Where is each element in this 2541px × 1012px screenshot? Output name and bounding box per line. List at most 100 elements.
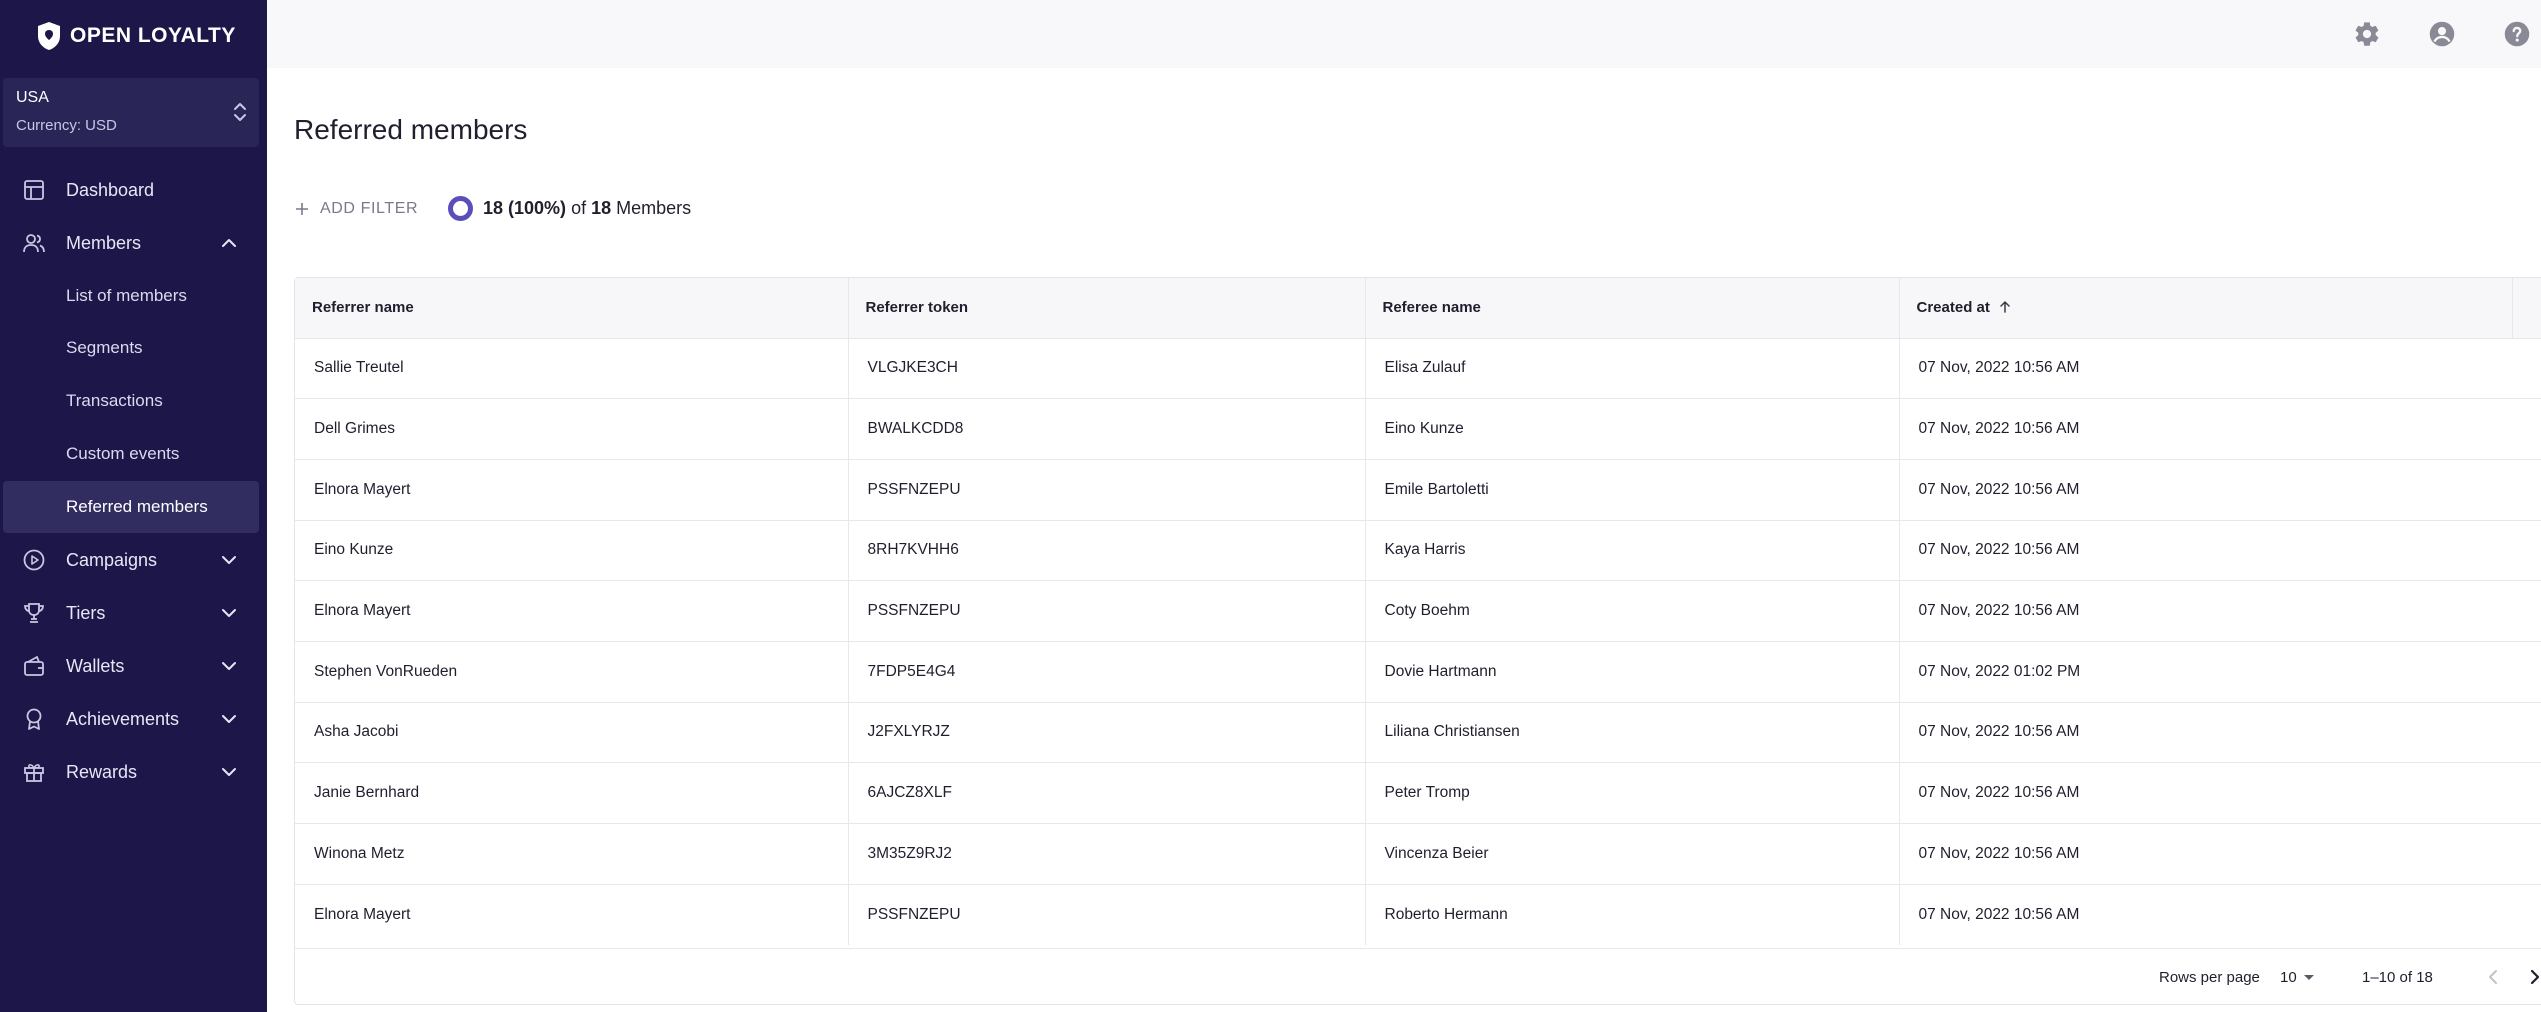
column-divider (2512, 278, 2513, 338)
table-row[interactable]: Eino Kunze 8RH7KVHH6 Kaya Harris 07 Nov,… (295, 520, 2541, 581)
badge-icon (26, 708, 42, 730)
cell-referrer-token: 7FDP5E4G4 (848, 641, 1366, 703)
cell-created-at: 07 Nov, 2022 10:56 AM (1918, 844, 2080, 862)
sidebar-item-label: Achievements (66, 708, 180, 729)
cell-referee-name: Eino Kunze (1365, 398, 1900, 460)
shield-logo-icon (38, 22, 60, 50)
sidebar-item-wallets[interactable]: Wallets (3, 640, 259, 692)
sidebar-item-label: Tiers (66, 602, 106, 623)
table-row[interactable]: Janie Bernhard 6AJCZ8XLF Peter Tromp 07 … (295, 762, 2541, 824)
cell-created-at: 07 Nov, 2022 10:56 AM (1918, 420, 2080, 438)
column-header-label: Created at (1916, 299, 1990, 317)
column-header-referee-name[interactable]: Referee name (1365, 278, 1900, 338)
sidebar-item-dashboard[interactable]: Dashboard (3, 164, 259, 216)
chevron-down-icon (222, 715, 236, 723)
sidebar-item-achievements[interactable]: Achievements (3, 693, 259, 745)
next-page-icon[interactable] (2523, 966, 2541, 988)
help-icon[interactable] (2503, 20, 2531, 48)
cell-referrer-token: PSSFNZEPU (848, 884, 1366, 945)
cell-referee-name: Elisa Zulauf (1365, 338, 1900, 399)
sidebar: OPEN LOYALTY USA Currency: USD Dashboard… (0, 0, 267, 1012)
sidebar-subitem-list-of-members[interactable]: List of members (3, 270, 259, 322)
member-count-unit: Members (616, 198, 692, 218)
sidebar-subitem-label: List of members (66, 286, 187, 305)
member-count-of: of (571, 198, 587, 218)
table-row[interactable]: Asha Jacobi J2FXLYRJZ Liliana Christians… (295, 702, 2541, 763)
cell-referrer-token: BWALKCDD8 (848, 398, 1366, 460)
plus-icon (296, 203, 308, 215)
sidebar-item-members[interactable]: Members (3, 217, 259, 269)
add-filter-button[interactable]: ADD FILTER (294, 200, 418, 218)
sidebar-subitem-label: Segments (66, 338, 143, 357)
cell-referrer-name: Janie Bernhard (295, 762, 849, 824)
cell-referrer-token: 3M35Z9RJ2 (848, 823, 1366, 885)
unfold-icon (234, 103, 246, 121)
sidebar-subitem-referred-members[interactable]: Referred members (3, 481, 259, 533)
cell-referee-name: Dovie Hartmann (1365, 641, 1900, 703)
table-row[interactable]: Elnora Mayert PSSFNZEPU Roberto Hermann … (295, 884, 2541, 945)
previous-page-icon[interactable] (2483, 966, 2505, 988)
chevron-down-icon (222, 609, 236, 617)
rows-per-page-value: 10 (2280, 969, 2297, 986)
cell-referrer-name: Sallie Treutel (295, 338, 849, 399)
cell-referee-name: Emile Bartoletti (1365, 459, 1900, 521)
cell-created-at: 07 Nov, 2022 10:56 AM (1918, 602, 2080, 620)
sidebar-item-tiers[interactable]: Tiers (3, 587, 259, 639)
cell-referrer-token: PSSFNZEPU (848, 580, 1366, 642)
brand-name: OPEN LOYALTY (70, 24, 236, 47)
store-name: USA (16, 89, 49, 106)
add-filter-label: ADD FILTER (320, 200, 419, 217)
sidebar-subitem-segments[interactable]: Segments (3, 322, 259, 374)
sidebar-item-rewards[interactable]: Rewards (3, 746, 259, 798)
cell-created-at: 07 Nov, 2022 10:56 AM (1918, 723, 2080, 741)
table-row[interactable]: Stephen VonRueden 7FDP5E4G4 Dovie Hartma… (295, 641, 2541, 703)
cell-referee-name: Roberto Hermann (1365, 884, 1900, 945)
pagination-range: 1–10 of 18 (2362, 969, 2433, 986)
account-icon[interactable] (2428, 20, 2456, 48)
cell-created-at: 07 Nov, 2022 01:02 PM (1918, 662, 2081, 680)
cell-referrer-token: PSSFNZEPU (848, 459, 1366, 521)
cell-referee-name: Coty Boehm (1365, 580, 1900, 642)
cell-referee-name: Vincenza Beier (1365, 823, 1900, 885)
cell-created-at: 07 Nov, 2022 10:56 AM (1918, 359, 2080, 377)
table-row[interactable]: Elnora Mayert PSSFNZEPU Coty Boehm 07 No… (295, 580, 2541, 642)
sidebar-subitem-label: Custom events (66, 444, 180, 463)
cell-referrer-name: Stephen VonRueden (295, 641, 849, 703)
column-header-created-at[interactable]: Created at (1899, 278, 2541, 338)
store-selector[interactable]: USA Currency: USD (3, 78, 259, 147)
table-row[interactable]: Sallie Treutel VLGJKE3CH Elisa Zulauf 07… (295, 338, 2541, 399)
column-header-referrer-token[interactable]: Referrer token (848, 278, 1366, 338)
settings-icon[interactable] (2353, 20, 2381, 48)
cell-referrer-name: Elnora Mayert (295, 884, 849, 945)
table-row[interactable]: Dell Grimes BWALKCDD8 Eino Kunze 07 Nov,… (295, 398, 2541, 460)
brand-logo[interactable]: OPEN LOYALTY (36, 20, 236, 52)
sidebar-item-campaigns[interactable]: Campaigns (3, 534, 259, 586)
cell-referrer-name: Winona Metz (295, 823, 849, 885)
member-count: 18 (100%) of 18 Members (448, 196, 691, 221)
ratio-ring-icon (448, 196, 473, 221)
cell-referrer-name: Elnora Mayert (295, 459, 849, 521)
column-header-referrer-name[interactable]: Referrer name (295, 278, 849, 338)
dashboard-icon (24, 180, 44, 200)
sidebar-item-label: Wallets (66, 655, 125, 676)
store-currency: Currency: USD (16, 117, 117, 134)
rows-per-page-select[interactable]: 10 (2280, 969, 2315, 986)
table-row[interactable]: Elnora Mayert PSSFNZEPU Emile Bartoletti… (295, 459, 2541, 521)
referred-members-table: Referrer name Referrer token Referee nam… (294, 277, 2541, 1005)
sidebar-subitem-custom-events[interactable]: Custom events (3, 428, 259, 480)
member-count-total: 18 (591, 198, 612, 218)
sidebar-subitem-label: Referred members (66, 497, 208, 516)
page-title: Referred members (294, 114, 528, 145)
chevron-down-icon (222, 556, 236, 564)
member-count-value: 18 (100%) (483, 198, 567, 218)
cell-referrer-name: Asha Jacobi (295, 702, 849, 763)
sidebar-subitem-label: Transactions (66, 391, 163, 410)
cell-referrer-token: J2FXLYRJZ (848, 702, 1366, 763)
cell-created-at: 07 Nov, 2022 10:56 AM (1918, 905, 2080, 923)
sidebar-subitem-transactions[interactable]: Transactions (3, 375, 259, 427)
table-row[interactable]: Winona Metz 3M35Z9RJ2 Vincenza Beier 07 … (295, 823, 2541, 885)
sort-ascending-icon[interactable] (1998, 300, 2012, 314)
chevron-down-icon (222, 662, 236, 670)
cell-referrer-name: Eino Kunze (295, 520, 849, 581)
campaigns-icon (23, 549, 45, 571)
